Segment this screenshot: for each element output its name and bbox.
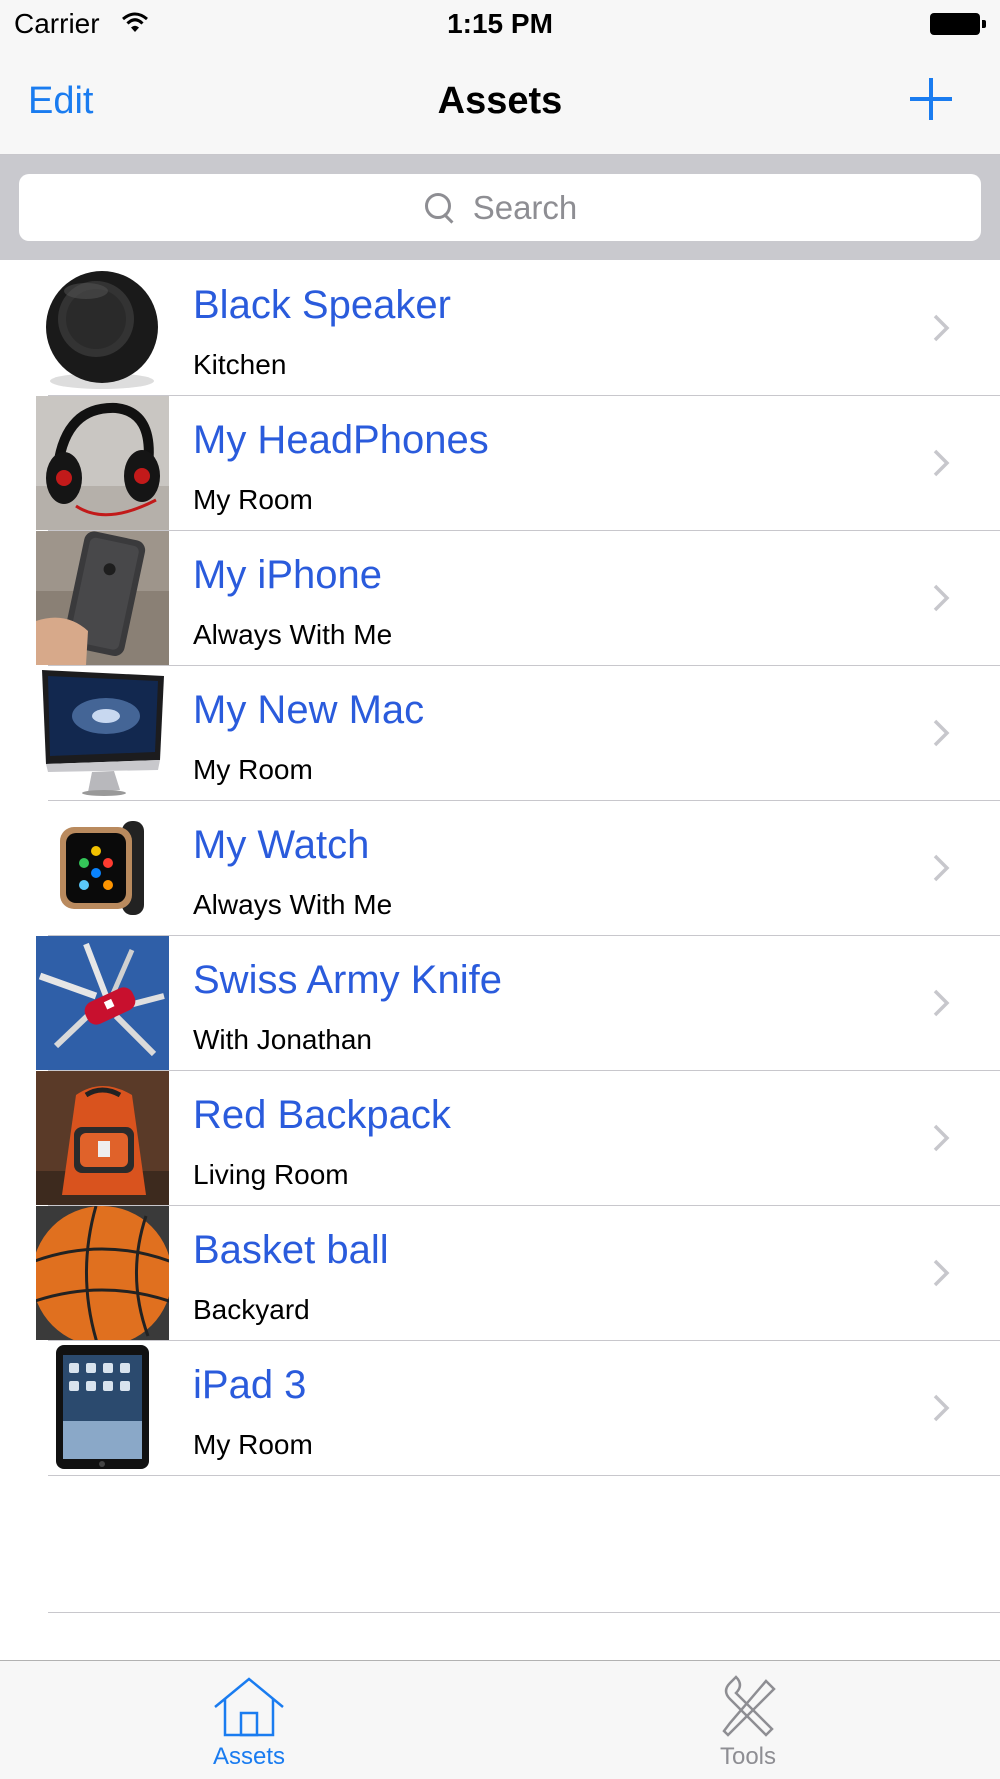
tools-icon [722,1675,776,1737]
asset-row[interactable]: My Watch Always With Me [0,801,1000,936]
speaker-photo [36,261,169,395]
basketball-photo [36,1206,169,1340]
knife-photo [36,936,169,1070]
asset-title: My Watch [193,823,370,867]
top-bar: Carrier 1:15 PM Edit Assets [0,0,1000,155]
chevron-right-icon [933,449,950,477]
status-time: 1:15 PM [447,8,553,39]
imac-photo [36,666,169,800]
search-input[interactable]: Search [19,174,981,241]
asset-row[interactable]: iPad 3 My Room [0,1341,1000,1476]
chevron-right-icon [933,989,950,1017]
chevron-right-icon [933,1124,950,1152]
asset-row[interactable]: My HeadPhones My Room [0,396,1000,531]
chevron-right-icon [933,1259,950,1287]
asset-title: Basket ball [193,1228,389,1272]
asset-row[interactable]: Swiss Army Knife With Jonathan [0,936,1000,1071]
asset-row[interactable]: Red Backpack Living Room [0,1071,1000,1206]
asset-title: Swiss Army Knife [193,958,502,1002]
iphone-photo [36,531,169,665]
asset-location: With Jonathan [193,1024,372,1055]
backpack-photo [36,1071,169,1205]
plus-icon[interactable] [906,74,956,124]
asset-title: My iPhone [193,553,382,597]
tab-label-tools: Tools [719,1743,777,1770]
asset-row[interactable]: My New Mac My Room [0,666,1000,801]
asset-location: Living Room [193,1159,349,1190]
house-icon [214,1677,284,1737]
asset-row[interactable]: My iPhone Always With Me [0,531,1000,666]
headphones-photo [36,396,169,530]
page-title: Assets [437,80,563,122]
asset-location: My Room [193,754,313,785]
search-bar: Search [0,155,1000,260]
status-bar: Carrier 1:15 PM [0,0,1000,50]
chevron-right-icon [933,314,950,342]
watch-photo [36,801,169,935]
tab-tools[interactable]: Tools [648,1661,848,1779]
ipad-photo [36,1341,169,1475]
asset-title: Black Speaker [193,283,451,327]
asset-location: Always With Me [193,889,393,920]
asset-location: Backyard [193,1294,310,1325]
asset-title: My New Mac [193,688,425,732]
chevron-right-icon [933,1394,950,1422]
asset-title: My HeadPhones [193,418,489,462]
asset-title: iPad 3 [193,1363,307,1407]
navigation-bar: Edit Assets [0,50,1000,154]
tab-assets[interactable]: Assets [149,1661,349,1779]
asset-row[interactable]: Basket ball Backyard [0,1206,1000,1341]
asset-location: My Room [193,1429,313,1460]
list-separator [48,1612,1000,1613]
asset-list: Black Speaker Kitchen My HeadPhones My R… [0,261,1000,1476]
search-icon [423,191,457,225]
tab-bar: Assets Tools [0,1660,1000,1779]
asset-row[interactable]: Black Speaker Kitchen [0,261,1000,396]
tab-label-assets: Assets [212,1743,286,1770]
asset-location: My Room [193,484,313,515]
asset-title: Red Backpack [193,1093,451,1137]
battery-icon [930,13,986,35]
chevron-right-icon [933,854,950,882]
search-placeholder: Search [472,188,578,226]
asset-location: Kitchen [193,349,287,380]
asset-location: Always With Me [193,619,393,650]
chevron-right-icon [933,584,950,612]
chevron-right-icon [933,719,950,747]
